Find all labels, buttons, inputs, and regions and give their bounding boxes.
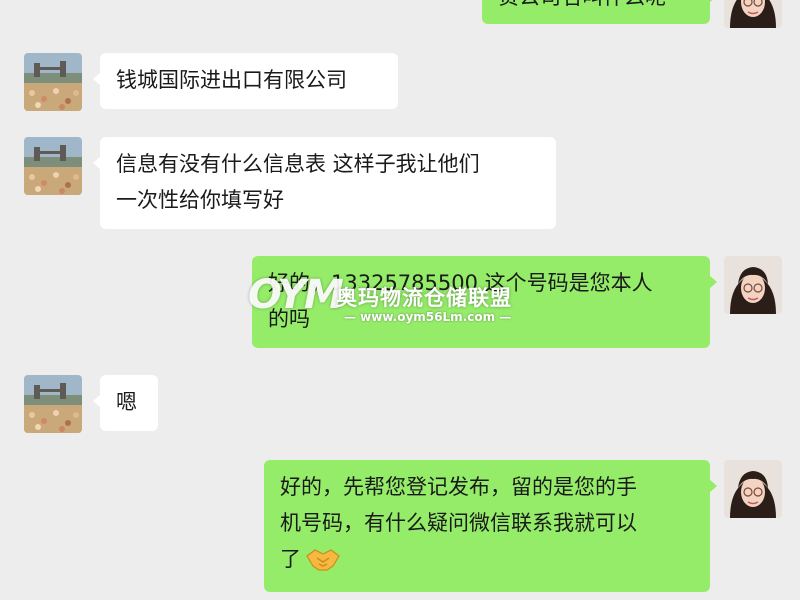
message-row-incoming: 信息有没有什么信息表 这样子我让他们 一次性给你填写好 (0, 137, 800, 229)
woman-glasses-avatar-icon (724, 460, 782, 518)
woman-glasses-avatar-icon (724, 256, 782, 314)
message-text: 了 (280, 547, 301, 571)
landscape-avatar-icon (24, 137, 82, 195)
message-bubble[interactable]: 钱城国际进出口有限公司 (93, 53, 398, 109)
message-row-incoming: 钱城国际进出口有限公司 (0, 53, 800, 111)
avatar[interactable] (24, 137, 82, 195)
avatar[interactable] (24, 375, 82, 433)
message-bubble[interactable]: 好的，13325785500 这个号码是您本人 的吗 (252, 256, 717, 348)
message-row-outgoing: 好的，13325785500 这个号码是您本人 的吗 (0, 256, 800, 348)
avatar[interactable] (724, 460, 782, 518)
message-text: 嗯 (116, 390, 137, 414)
message-row-incoming: 嗯 (0, 375, 800, 433)
message-text: 好的，先帮您登记发布，留的是您的手 (280, 475, 637, 499)
message-text: 好的，13325785500 这个号码是您本人 (268, 271, 653, 295)
message-row-outgoing: 好的，先帮您登记发布，留的是您的手 机号码，有什么疑问微信联系我就可以 了 (0, 460, 800, 592)
message-line: 了 (280, 541, 694, 583)
handshake-emoji-icon (305, 546, 341, 583)
message-bubble[interactable]: 好的，先帮您登记发布，留的是您的手 机号码，有什么疑问微信联系我就可以 了 (264, 460, 717, 592)
message-text: 钱城国际进出口有限公司 (116, 68, 347, 92)
chat-area: 贵公司名叫什么呢 (0, 0, 800, 600)
landscape-avatar-icon (24, 53, 82, 111)
message-bubble[interactable]: 贵公司名叫什么呢 (482, 0, 717, 24)
woman-glasses-avatar-icon (724, 0, 782, 28)
landscape-avatar-icon (24, 375, 82, 433)
avatar[interactable] (24, 53, 82, 111)
message-text: 一次性给你填写好 (116, 188, 284, 212)
message-text: 信息有没有什么信息表 这样子我让他们 (116, 152, 480, 176)
avatar[interactable] (724, 0, 782, 28)
message-row-outgoing: 贵公司名叫什么呢 (0, 0, 800, 30)
message-bubble[interactable]: 信息有没有什么信息表 这样子我让他们 一次性给你填写好 (93, 137, 556, 229)
message-text: 机号码，有什么疑问微信联系我就可以 (280, 511, 637, 535)
message-text: 贵公司名叫什么呢 (498, 0, 694, 15)
message-bubble[interactable]: 嗯 (93, 375, 158, 431)
message-text: 的吗 (268, 307, 310, 331)
avatar[interactable] (724, 256, 782, 314)
